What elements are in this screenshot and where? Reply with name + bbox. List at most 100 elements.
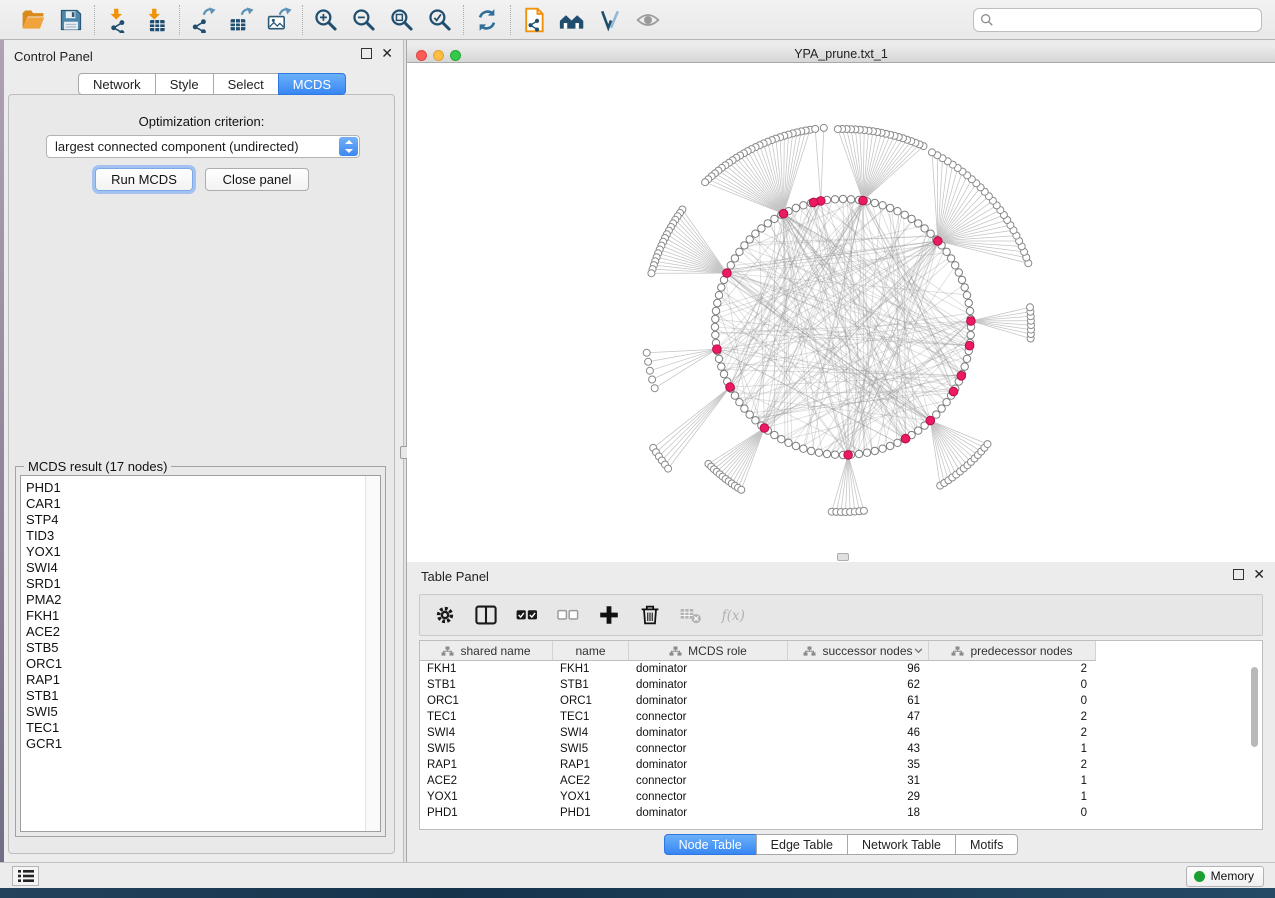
result-list-item[interactable]: YOX1 bbox=[26, 544, 364, 560]
criterion-select[interactable]: largest connected component (undirected) bbox=[46, 135, 360, 158]
result-list-item[interactable]: TEC1 bbox=[26, 720, 364, 736]
zoom-in-icon bbox=[313, 7, 339, 33]
optimization-criterion-label: Optimization criterion: bbox=[9, 114, 394, 129]
result-list-item[interactable]: SWI5 bbox=[26, 704, 364, 720]
node-table[interactable]: shared namenameMCDS rolesuccessor nodesp… bbox=[419, 640, 1263, 830]
table-row[interactable]: TEC1TEC1connector472 bbox=[420, 709, 1096, 725]
cell-predecessor-nodes: 0 bbox=[929, 805, 1096, 821]
tab-edge-table[interactable]: Edge Table bbox=[756, 834, 848, 855]
cell-name: SWI5 bbox=[553, 741, 629, 757]
memory-button[interactable]: Memory bbox=[1186, 866, 1264, 887]
tab-node-table[interactable]: Node Table bbox=[664, 834, 757, 855]
close-panel-button[interactable]: Close panel bbox=[205, 168, 309, 191]
tab-network[interactable]: Network bbox=[78, 73, 156, 95]
result-list-item[interactable]: RAP1 bbox=[26, 672, 364, 688]
export-table-button[interactable] bbox=[227, 6, 255, 34]
zoom-out-button[interactable] bbox=[350, 6, 378, 34]
import-network-button[interactable] bbox=[104, 6, 132, 34]
cell-shared-name: SWI4 bbox=[420, 725, 553, 741]
column-header-successor-nodes[interactable]: successor nodes bbox=[788, 641, 929, 661]
task-history-button[interactable] bbox=[12, 866, 39, 886]
result-list-item[interactable]: SWI4 bbox=[26, 560, 364, 576]
zoom-in-button[interactable] bbox=[312, 6, 340, 34]
column-header-MCDS-role[interactable]: MCDS role bbox=[629, 641, 788, 661]
main-toolbar bbox=[0, 0, 1275, 40]
cell-MCDS-role: connector bbox=[629, 709, 788, 725]
open-session-button[interactable] bbox=[19, 6, 47, 34]
cell-successor-nodes: 46 bbox=[788, 725, 929, 741]
select-all-button[interactable] bbox=[514, 602, 540, 628]
hide-panel-button[interactable] bbox=[634, 6, 662, 34]
save-session-button[interactable] bbox=[57, 6, 85, 34]
tab-network-table[interactable]: Network Table bbox=[847, 834, 956, 855]
tab-mcds[interactable]: MCDS bbox=[278, 73, 346, 95]
result-list-item[interactable]: ACE2 bbox=[26, 624, 364, 640]
refresh-layout-button[interactable] bbox=[473, 6, 501, 34]
add-column-button[interactable] bbox=[596, 602, 622, 628]
column-header-shared-name[interactable]: shared name bbox=[420, 641, 553, 661]
horizontal-splitter-handle[interactable] bbox=[837, 553, 849, 561]
result-list-item[interactable]: SRD1 bbox=[26, 576, 364, 592]
result-list-item[interactable]: PMA2 bbox=[26, 592, 364, 608]
tab-style[interactable]: Style bbox=[155, 73, 214, 95]
tab-motifs[interactable]: Motifs bbox=[955, 834, 1018, 855]
zoom-selected-button[interactable] bbox=[426, 6, 454, 34]
network-canvas[interactable] bbox=[407, 63, 1275, 562]
result-list-scrollbar[interactable] bbox=[365, 476, 380, 831]
run-mcds-button[interactable]: Run MCDS bbox=[95, 168, 193, 191]
table-scrollbar-thumb[interactable] bbox=[1251, 667, 1258, 747]
vizmapper-button[interactable] bbox=[596, 6, 624, 34]
table-panel-header: Table Panel ✕ bbox=[407, 562, 1275, 590]
table-row[interactable]: SWI4SWI4dominator462 bbox=[420, 725, 1096, 741]
export-network-button[interactable] bbox=[189, 6, 217, 34]
export-image-button[interactable] bbox=[265, 6, 293, 34]
table-row[interactable]: ORC1ORC1dominator610 bbox=[420, 693, 1096, 709]
memory-label: Memory bbox=[1211, 869, 1254, 883]
home-networks-button[interactable] bbox=[558, 6, 586, 34]
result-list-item[interactable]: ORC1 bbox=[26, 656, 364, 672]
result-list-item[interactable]: TID3 bbox=[26, 528, 364, 544]
settings-button[interactable] bbox=[432, 602, 458, 628]
svg-text:f(x): f(x) bbox=[721, 608, 744, 624]
result-list-item[interactable]: STB5 bbox=[26, 640, 364, 656]
result-list-item[interactable]: FKH1 bbox=[26, 608, 364, 624]
network-window-titlebar[interactable]: YPA_prune.txt_1 bbox=[407, 45, 1275, 63]
table-row[interactable]: FKH1FKH1dominator962 bbox=[420, 661, 1096, 677]
result-list-item[interactable]: PHD1 bbox=[26, 480, 364, 496]
cell-name: ACE2 bbox=[553, 773, 629, 789]
table-row[interactable]: RAP1RAP1dominator352 bbox=[420, 757, 1096, 773]
float-panel-icon[interactable] bbox=[361, 48, 372, 59]
table-row[interactable]: SWI5SWI5connector431 bbox=[420, 741, 1096, 757]
cell-shared-name: ORC1 bbox=[420, 693, 553, 709]
desktop-background: Control Panel ✕ NetworkStyleSelectMCDS O… bbox=[0, 0, 1275, 898]
table-row[interactable]: ACE2ACE2connector311 bbox=[420, 773, 1096, 789]
result-list-item[interactable]: CAR1 bbox=[26, 496, 364, 512]
deselect-all-button[interactable] bbox=[555, 602, 581, 628]
search-input[interactable] bbox=[994, 10, 1261, 30]
status-bar: Memory bbox=[0, 862, 1275, 888]
tab-select[interactable]: Select bbox=[213, 73, 279, 95]
table-row[interactable]: STB1STB1dominator620 bbox=[420, 677, 1096, 693]
table-float-icon[interactable] bbox=[1233, 569, 1244, 580]
network-document-button[interactable] bbox=[520, 6, 548, 34]
control-panel-header: Control Panel ✕ bbox=[4, 40, 403, 70]
network-graph[interactable] bbox=[407, 63, 1273, 560]
table-row[interactable]: YOX1YOX1connector291 bbox=[420, 789, 1096, 805]
result-list-item[interactable]: GCR1 bbox=[26, 736, 364, 752]
table-scrollbar[interactable] bbox=[1248, 662, 1261, 828]
cell-successor-nodes: 61 bbox=[788, 693, 929, 709]
cell-MCDS-role: dominator bbox=[629, 725, 788, 741]
close-panel-icon[interactable]: ✕ bbox=[381, 48, 393, 59]
mcds-result-items: PHD1CAR1STP4TID3YOX1SWI4SRD1PMA2FKH1ACE2… bbox=[26, 480, 364, 752]
column-header-name[interactable]: name bbox=[553, 641, 629, 661]
result-list-item[interactable]: STP4 bbox=[26, 512, 364, 528]
delete-column-button[interactable] bbox=[637, 602, 663, 628]
column-header-predecessor-nodes[interactable]: predecessor nodes bbox=[929, 641, 1096, 661]
table-close-icon[interactable]: ✕ bbox=[1253, 569, 1265, 580]
result-list-item[interactable]: STB1 bbox=[26, 688, 364, 704]
import-table-button[interactable] bbox=[142, 6, 170, 34]
zoom-fit-button[interactable] bbox=[388, 6, 416, 34]
split-view-button[interactable] bbox=[473, 602, 499, 628]
search-box[interactable] bbox=[973, 8, 1262, 32]
table-row[interactable]: PHD1PHD1dominator180 bbox=[420, 805, 1096, 821]
